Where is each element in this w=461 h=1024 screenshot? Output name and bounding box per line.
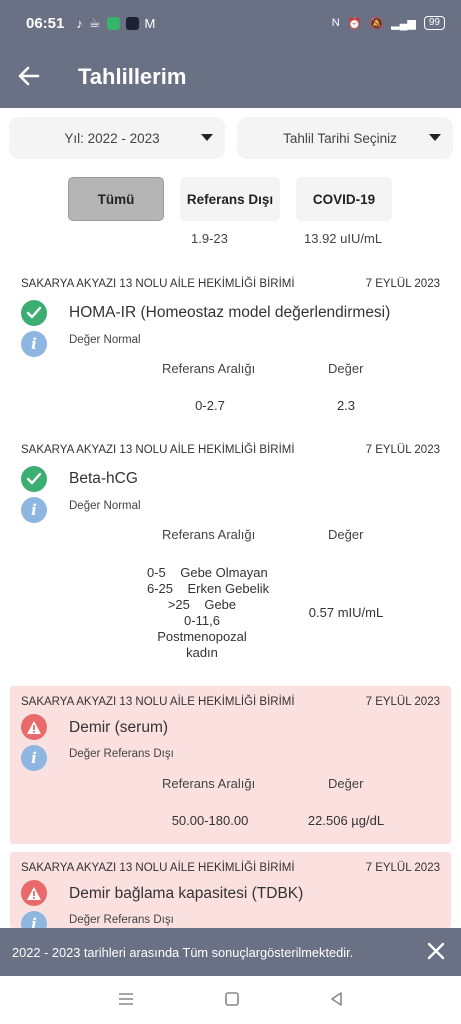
status-time: 06:51 — [26, 14, 65, 32]
svg-text:i: i — [31, 336, 37, 352]
app-green-icon — [106, 16, 120, 30]
nfc-icon: N — [331, 17, 340, 29]
result-status: Değer Normal — [69, 334, 141, 346]
test-name: Demir (serum) — [69, 719, 169, 736]
chevron-down-icon — [429, 134, 441, 141]
reference-range-line: kadın — [186, 645, 218, 660]
reference-range-label: Referans Aralığı — [162, 361, 256, 376]
reference-range-block: 0-5 Gebe Olmayan 6-25 Erken Gebelik >25 … — [147, 565, 270, 661]
previous-ref: 1.9-23 — [191, 231, 228, 246]
chevron-down-icon — [201, 134, 213, 141]
test-name: HOMA-IR (Homeostaz model değerlendirmesi… — [69, 304, 391, 321]
system-icons: N ⏰ 🔕 ▂▄▆ 99 — [332, 16, 445, 30]
reference-range-line: 0-11,6 — [184, 613, 220, 628]
result-status: Değer Normal — [69, 500, 141, 512]
tab-out-of-range[interactable]: Referans Dışı — [180, 177, 280, 221]
status-bar: 06:51 ♪ ☕ M N ⏰ 🔕 ▂▄▆ 99 — [0, 0, 461, 46]
notification-icons: ♪ ☕ M — [76, 15, 155, 31]
mail-icon: M — [144, 15, 156, 31]
alarm-icon: ⏰ — [347, 17, 362, 30]
result-card[interactable]: SAKARYA AKYAZI 13 NOLU AİLE HEKİMLİĞİ Bİ… — [10, 434, 451, 674]
svg-text:i: i — [31, 502, 37, 518]
result-card[interactable]: SAKARYA AKYAZI 13 NOLU AİLE HEKİMLİĞİ Bİ… — [10, 686, 451, 844]
back-arrow-svg — [18, 66, 40, 86]
date-select-value: Tahlil Tarihi Seçiniz — [283, 130, 397, 146]
institution-name: SAKARYA AKYAZI 13 NOLU AİLE HEKİMLİĞİ Bİ… — [21, 278, 295, 290]
result-date: 7 EYLÜL 2023 — [365, 862, 440, 874]
reference-range-label: Referans Aralığı — [162, 527, 256, 542]
reference-range-value: 50.00-180.00 — [171, 813, 249, 828]
filter-tabs: Tümü Referans Dışı COVID-19 — [68, 177, 392, 221]
warning-icon — [21, 880, 47, 906]
tiktok-icon: ♪ — [76, 15, 83, 31]
year-select-value: Yıl: 2022 - 2023 — [64, 130, 160, 146]
menu-icon[interactable] — [117, 991, 137, 1009]
back-icon[interactable] — [328, 991, 348, 1009]
value-label: Değer — [328, 361, 364, 376]
result-date: 7 EYLÜL 2023 — [365, 696, 440, 708]
institution-name: SAKARYA AKYAZI 13 NOLU AİLE HEKİMLİĞİ Bİ… — [21, 862, 295, 874]
info-icon[interactable]: i — [21, 911, 47, 928]
value-label: Değer — [328, 527, 364, 542]
result-status: Değer Referans Dışı — [69, 914, 174, 926]
app-bar: Tahlillerim — [0, 46, 461, 108]
reference-range-line: >25 Gebe — [167, 597, 237, 612]
year-select[interactable]: Yıl: 2022 - 2023 — [9, 117, 225, 159]
result-date: 7 EYLÜL 2023 — [365, 444, 440, 456]
reference-range-line: Postmenopozal — [157, 629, 247, 644]
svg-text:i: i — [31, 916, 37, 928]
reference-range-label: Referans Aralığı — [162, 776, 256, 791]
result-value: 0.57 mIU/mL — [308, 605, 384, 620]
info-icon[interactable]: i — [21, 745, 47, 771]
result-value: 22.506 µg/dL — [307, 813, 385, 828]
app-dark-icon — [125, 16, 139, 30]
cup-icon: ☕ — [88, 15, 101, 30]
info-icon[interactable]: i — [21, 331, 47, 357]
check-icon — [21, 466, 47, 492]
svg-text:i: i — [31, 750, 37, 766]
close-icon[interactable] — [425, 940, 447, 962]
date-select[interactable]: Tahlil Tarihi Seçiniz — [237, 117, 453, 159]
reference-range-line: 6-25 Erken Gebelik — [147, 581, 270, 596]
snackbar-message: 2022 - 2023 tarihleri arasında Tüm sonuç… — [12, 944, 354, 960]
warning-icon — [21, 714, 47, 740]
test-name: Beta-hCG — [69, 470, 138, 487]
reference-range-value: 0-2.7 — [195, 398, 225, 413]
home-icon[interactable] — [223, 991, 243, 1009]
filters: Yıl: 2022 - 2023 Tahlil Tarihi Seçiniz — [9, 117, 453, 159]
info-icon[interactable]: i — [21, 497, 47, 523]
institution-name: SAKARYA AKYAZI 13 NOLU AİLE HEKİMLİĞİ Bİ… — [21, 444, 295, 456]
battery-level: 99 — [428, 17, 440, 28]
result-status: Değer Referans Dışı — [69, 748, 174, 760]
result-date: 7 EYLÜL 2023 — [365, 278, 440, 290]
back-arrow-icon[interactable] — [18, 64, 58, 90]
result-card[interactable]: SAKARYA AKYAZI 13 NOLU AİLE HEKİMLİĞİ Bİ… — [10, 852, 451, 928]
institution-name: SAKARYA AKYAZI 13 NOLU AİLE HEKİMLİĞİ Bİ… — [21, 696, 295, 708]
page-title: Tahlillerim — [78, 64, 187, 89]
battery-icon: 99 — [423, 16, 445, 30]
result-card[interactable]: SAKARYA AKYAZI 13 NOLU AİLE HEKİMLİĞİ Bİ… — [10, 268, 451, 428]
previous-value: 13.92 uIU/mL — [304, 231, 383, 246]
check-icon — [21, 300, 47, 326]
value-label: Değer — [328, 776, 364, 791]
result-value: 2.3 — [336, 398, 356, 413]
system-nav-bar — [0, 976, 461, 1024]
tab-covid[interactable]: COVID-19 — [296, 177, 392, 221]
tab-all[interactable]: Tümü — [68, 177, 164, 221]
signal-icon: ▂▄▆ — [391, 17, 416, 30]
mute-icon: 🔕 — [369, 17, 384, 30]
reference-range-line: 0-5 Gebe Olmayan — [147, 565, 268, 580]
test-name: Demir bağlama kapasitesi (TDBK) — [69, 885, 304, 902]
snackbar: 2022 - 2023 tarihleri arasında Tüm sonuç… — [0, 928, 461, 976]
